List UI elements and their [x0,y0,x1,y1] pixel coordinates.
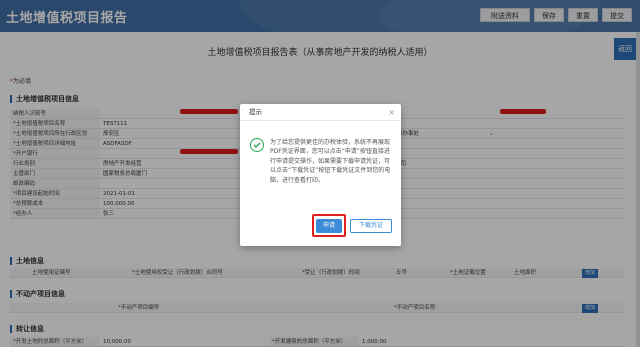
success-check-icon [250,138,264,152]
apply-button[interactable]: 申请 [316,219,342,233]
dialog-title: 提示 [249,108,262,116]
dialog-message: 为了给您提供更佳的办税体验，系统不再展现PDF凭证界面，您可以点击“申请”按钮直… [270,139,391,184]
close-icon[interactable]: × [388,104,395,121]
prompt-dialog: 提示 × 为了给您提供更佳的办税体验，系统不再展现PDF凭证界面，您可以点击“申… [240,104,401,246]
download-voucher-button[interactable]: 下载凭证 [350,219,392,233]
dialog-header: 提示 × [240,104,401,121]
